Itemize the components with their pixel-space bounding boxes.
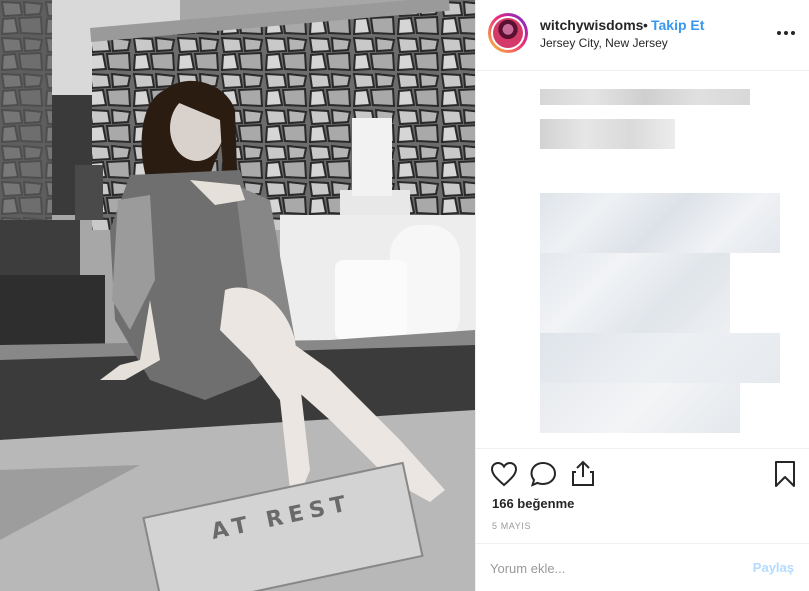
bookmark-icon[interactable] bbox=[774, 460, 796, 493]
post-comment-button[interactable]: Paylaş bbox=[753, 560, 794, 575]
comment-input[interactable] bbox=[490, 557, 730, 579]
action-bar bbox=[476, 449, 809, 499]
blurred-line bbox=[540, 119, 675, 149]
blurred-block bbox=[540, 383, 740, 433]
blurred-block bbox=[540, 253, 730, 333]
post-date[interactable]: 5 MAYIS bbox=[492, 521, 531, 531]
post-header: witchywisdoms • Takip Et Jersey City, Ne… bbox=[476, 0, 809, 71]
blurred-block bbox=[540, 193, 780, 253]
likes-count[interactable]: 166 beğenme bbox=[492, 496, 574, 511]
separator-dot: • bbox=[643, 17, 648, 33]
more-options-icon[interactable] bbox=[776, 23, 796, 43]
comment-bubble-icon[interactable] bbox=[530, 461, 558, 492]
username-link[interactable]: witchywisdoms bbox=[540, 17, 643, 33]
share-icon[interactable] bbox=[570, 459, 596, 492]
location-link[interactable]: Jersey City, New Jersey bbox=[540, 36, 668, 50]
follow-button[interactable]: Takip Et bbox=[651, 17, 704, 33]
caption-blurred bbox=[476, 71, 809, 449]
post-sidebar: witchywisdoms • Takip Et Jersey City, Ne… bbox=[475, 0, 809, 591]
comment-bar: Paylaş bbox=[476, 543, 809, 591]
post-image: AT REST bbox=[0, 0, 475, 591]
heart-icon[interactable] bbox=[490, 461, 518, 492]
post-photo[interactable]: AT REST bbox=[0, 0, 475, 591]
blurred-line bbox=[540, 89, 750, 105]
avatar[interactable] bbox=[488, 13, 528, 53]
blurred-block bbox=[540, 333, 780, 383]
